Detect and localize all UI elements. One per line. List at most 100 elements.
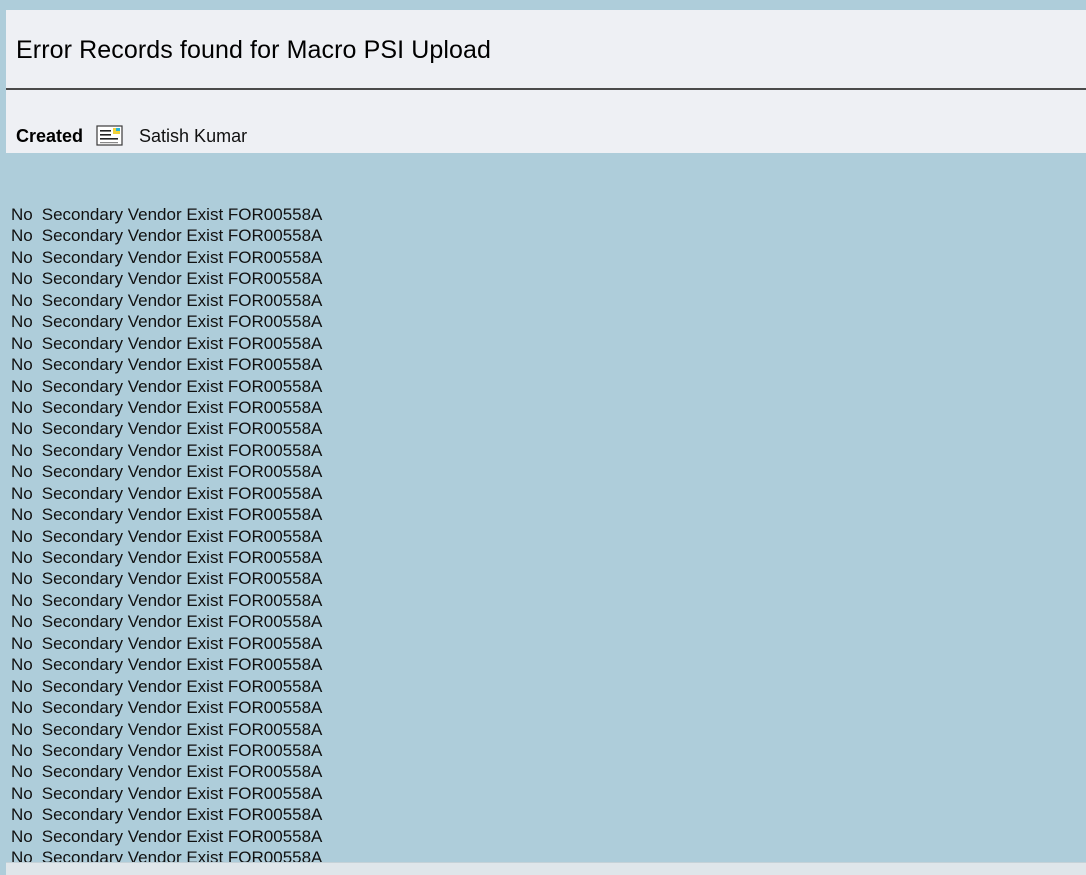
record-prefix: No bbox=[11, 612, 33, 632]
created-row: Created Satish Kumar bbox=[16, 124, 247, 148]
list-item: No Secondary Vendor Exist FOR00558A bbox=[11, 590, 322, 611]
record-message: Secondary Vendor Exist FOR00558A bbox=[41, 698, 323, 718]
list-item: No Secondary Vendor Exist FOR00558A bbox=[11, 397, 322, 418]
record-message: Secondary Vendor Exist FOR00558A bbox=[41, 355, 323, 375]
error-records-list: No Secondary Vendor Exist FOR00558A No Seco… bbox=[11, 204, 322, 869]
list-item: No Secondary Vendor Exist FOR00558A bbox=[11, 418, 322, 439]
record-prefix: No bbox=[11, 783, 33, 803]
record-prefix: No bbox=[11, 805, 33, 825]
error-records-window: Error Records found for Macro PSI Upload… bbox=[0, 0, 1086, 875]
record-prefix: No bbox=[11, 376, 33, 396]
list-item: No Secondary Vendor Exist FOR00558A bbox=[11, 461, 322, 482]
record-prefix: No bbox=[11, 269, 33, 289]
list-item: No Secondary Vendor Exist FOR00558A bbox=[11, 526, 322, 547]
record-message: Secondary Vendor Exist FOR00558A bbox=[41, 612, 323, 632]
record-prefix: No bbox=[11, 826, 33, 846]
title-divider bbox=[6, 88, 1086, 90]
list-item: No Secondary Vendor Exist FOR00558A bbox=[11, 740, 322, 761]
record-message: Secondary Vendor Exist FOR00558A bbox=[41, 719, 323, 739]
record-prefix: No bbox=[11, 333, 33, 353]
record-message: Secondary Vendor Exist FOR00558A bbox=[41, 440, 323, 460]
list-item: No Secondary Vendor Exist FOR00558A bbox=[11, 354, 322, 375]
record-prefix: No bbox=[11, 633, 33, 653]
list-item: No Secondary Vendor Exist FOR00558A bbox=[11, 311, 322, 332]
record-message: Secondary Vendor Exist FOR00558A bbox=[41, 483, 323, 503]
record-message: Secondary Vendor Exist FOR00558A bbox=[41, 676, 323, 696]
record-message: Secondary Vendor Exist FOR00558A bbox=[41, 290, 323, 310]
record-prefix: No bbox=[11, 290, 33, 310]
record-prefix: No bbox=[11, 526, 33, 546]
record-prefix: No bbox=[11, 762, 33, 782]
record-message: Secondary Vendor Exist FOR00558A bbox=[41, 590, 323, 610]
list-item: No Secondary Vendor Exist FOR00558A bbox=[11, 568, 322, 589]
record-prefix: No bbox=[11, 226, 33, 246]
record-message: Secondary Vendor Exist FOR00558A bbox=[41, 247, 323, 267]
record-message: Secondary Vendor Exist FOR00558A bbox=[41, 269, 323, 289]
record-message: Secondary Vendor Exist FOR00558A bbox=[41, 805, 323, 825]
list-item: No Secondary Vendor Exist FOR00558A bbox=[11, 611, 322, 632]
list-item: No Secondary Vendor Exist FOR00558A bbox=[11, 719, 322, 740]
record-message: Secondary Vendor Exist FOR00558A bbox=[41, 569, 323, 589]
record-prefix: No bbox=[11, 505, 33, 525]
record-message: Secondary Vendor Exist FOR00558A bbox=[41, 505, 323, 525]
list-item: No Secondary Vendor Exist FOR00558A bbox=[11, 804, 322, 825]
record-message: Secondary Vendor Exist FOR00558A bbox=[41, 397, 323, 417]
record-message: Secondary Vendor Exist FOR00558A bbox=[41, 548, 323, 567]
record-message: Secondary Vendor Exist FOR00558A bbox=[41, 655, 323, 675]
list-item: No Secondary Vendor Exist FOR00558A bbox=[11, 247, 322, 268]
record-message: Secondary Vendor Exist FOR00558A bbox=[41, 205, 323, 224]
record-prefix: No bbox=[11, 397, 33, 417]
record-prefix: No bbox=[11, 247, 33, 267]
record-prefix: No bbox=[11, 655, 33, 675]
record-message: Secondary Vendor Exist FOR00558A bbox=[41, 419, 323, 439]
page-title: Error Records found for Macro PSI Upload bbox=[16, 36, 492, 64]
record-prefix: No bbox=[11, 740, 33, 760]
record-message: Secondary Vendor Exist FOR00558A bbox=[41, 740, 323, 760]
record-prefix: No bbox=[11, 483, 33, 503]
list-item: No Secondary Vendor Exist FOR00558A bbox=[11, 204, 322, 225]
record-prefix: No bbox=[11, 719, 33, 739]
record-message: Secondary Vendor Exist FOR00558A bbox=[41, 462, 323, 482]
list-item: No Secondary Vendor Exist FOR00558A bbox=[11, 633, 322, 654]
list-item: No Secondary Vendor Exist FOR00558A bbox=[11, 333, 322, 354]
header-panel: Error Records found for Macro PSI Upload… bbox=[6, 10, 1086, 153]
list-item: No Secondary Vendor Exist FOR00558A bbox=[11, 676, 322, 697]
record-prefix: No bbox=[11, 419, 33, 439]
record-prefix: No bbox=[11, 205, 33, 224]
record-prefix: No bbox=[11, 676, 33, 696]
record-prefix: No bbox=[11, 569, 33, 589]
list-item: No Secondary Vendor Exist FOR00558A bbox=[11, 440, 322, 461]
list-item: No Secondary Vendor Exist FOR00558A bbox=[11, 376, 322, 397]
record-prefix: No bbox=[11, 355, 33, 375]
record-message: Secondary Vendor Exist FOR00558A bbox=[41, 333, 323, 353]
record-message: Secondary Vendor Exist FOR00558A bbox=[41, 826, 323, 846]
bottom-strip bbox=[6, 862, 1086, 875]
record-prefix: No bbox=[11, 590, 33, 610]
list-item: No Secondary Vendor Exist FOR00558A bbox=[11, 483, 322, 504]
record-message: Secondary Vendor Exist FOR00558A bbox=[41, 783, 323, 803]
list-item: No Secondary Vendor Exist FOR00558A bbox=[11, 761, 322, 782]
created-by-name: Satish Kumar bbox=[139, 125, 248, 146]
list-item: No Secondary Vendor Exist FOR00558A bbox=[11, 225, 322, 246]
list-item: No Secondary Vendor Exist FOR00558A bbox=[11, 654, 322, 675]
record-message: Secondary Vendor Exist FOR00558A bbox=[41, 762, 323, 782]
list-item: No Secondary Vendor Exist FOR00558A bbox=[11, 697, 322, 718]
list-item: No Secondary Vendor Exist FOR00558A bbox=[11, 504, 322, 525]
list-item: No Secondary Vendor Exist FOR00558A bbox=[11, 547, 322, 568]
record-prefix: No bbox=[11, 698, 33, 718]
record-message: Secondary Vendor Exist FOR00558A bbox=[41, 226, 323, 246]
record-prefix: No bbox=[11, 548, 33, 567]
list-item: No Secondary Vendor Exist FOR00558A bbox=[11, 290, 322, 311]
document-icon[interactable] bbox=[96, 125, 124, 147]
list-item: No Secondary Vendor Exist FOR00558A bbox=[11, 268, 322, 289]
record-prefix: No bbox=[11, 440, 33, 460]
record-message: Secondary Vendor Exist FOR00558A bbox=[41, 312, 323, 332]
record-message: Secondary Vendor Exist FOR00558A bbox=[41, 633, 323, 653]
record-prefix: No bbox=[11, 312, 33, 332]
created-label: Created bbox=[16, 125, 84, 146]
record-message: Secondary Vendor Exist FOR00558A bbox=[41, 526, 323, 546]
list-item: No Secondary Vendor Exist FOR00558A bbox=[11, 826, 322, 847]
record-message: Secondary Vendor Exist FOR00558A bbox=[41, 376, 323, 396]
list-item: No Secondary Vendor Exist FOR00558A bbox=[11, 783, 322, 804]
record-prefix: No bbox=[11, 462, 33, 482]
